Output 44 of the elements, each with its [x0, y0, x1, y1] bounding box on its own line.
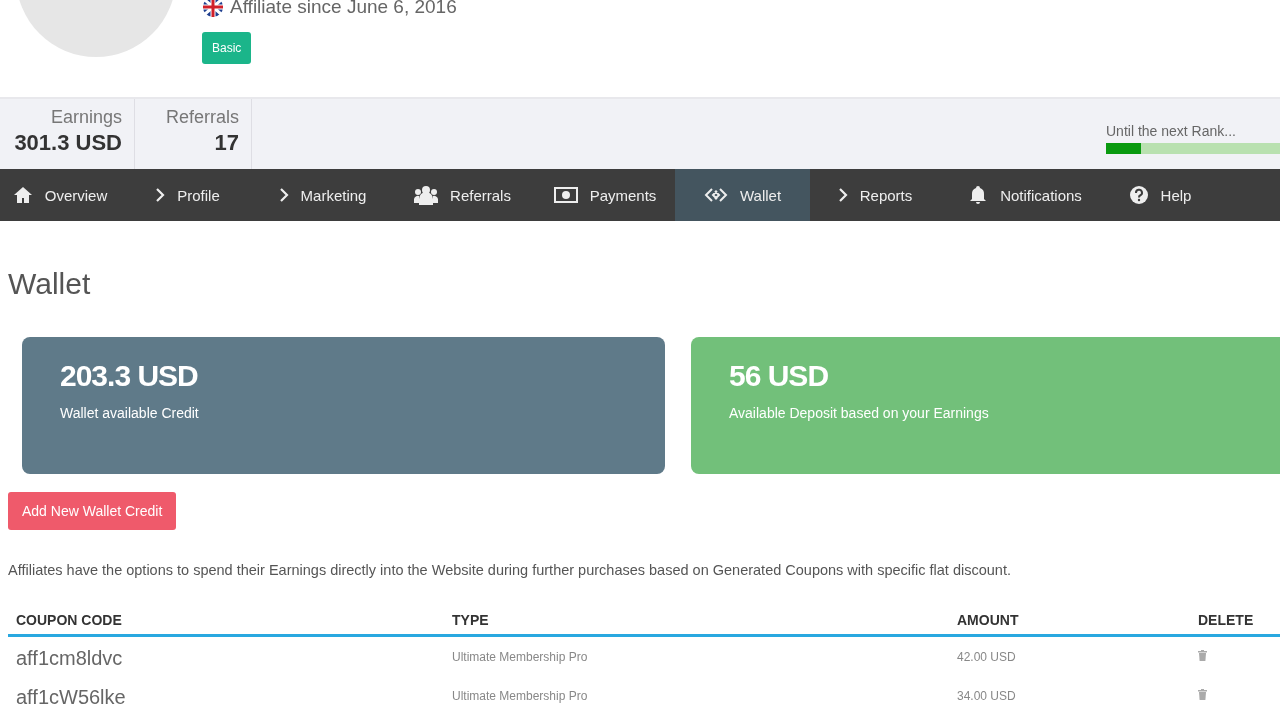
nav-tab[interactable]: Reports — [810, 169, 940, 221]
home-icon — [12, 185, 33, 205]
diamond-icon — [703, 187, 728, 203]
description-text: Affiliates have the options to spend their Earnings directly into the Website during further purchases based on Generated Coupons with specific flat discount. — [8, 562, 1012, 578]
column-header: COUPON CODE — [8, 602, 444, 637]
card-caption: Wallet available Credit — [60, 405, 200, 421]
stat-value: 301.3 USD — [14, 130, 122, 156]
coupon-code: aff1cW56lke — [15, 685, 127, 710]
card-amount: 203.3 USD — [60, 359, 199, 393]
rank-progress-label: Until the next Rank... — [1106, 123, 1237, 139]
bell-icon — [968, 185, 989, 205]
stat-label: Referrals — [165, 107, 239, 128]
nav-tab[interactable]: Help — [1110, 169, 1210, 221]
coupon-type: Ultimate Membership Pro — [451, 649, 589, 666]
stat-value: 17 — [214, 130, 239, 156]
chevron-icon — [155, 187, 166, 203]
nav-tab[interactable]: Referrals — [390, 169, 535, 221]
users-icon — [414, 185, 439, 205]
nav-tab[interactable]: Payments — [535, 169, 675, 221]
help-icon — [1128, 185, 1149, 205]
coupon-code: aff1cm8ldvc — [15, 646, 124, 671]
card-caption: Available Deposit based on your Earnings — [729, 405, 990, 421]
rank-badge: Basic — [202, 32, 252, 64]
coupon-amount: 42.00 USD — [956, 649, 1017, 666]
coupon-type: Ultimate Membership Pro — [451, 688, 589, 705]
money-icon — [553, 187, 578, 203]
chevron-icon — [837, 187, 848, 203]
page-title: Wallet — [8, 267, 92, 301]
nav-tab[interactable]: Profile — [120, 169, 255, 221]
affiliate-since-text: Affiliate since June 6, 2016 — [230, 0, 457, 18]
column-header: DELETE — [1190, 602, 1280, 637]
chevron-icon — [278, 187, 289, 203]
flag-icon — [202, 0, 224, 18]
coupon-amount: 34.00 USD — [956, 688, 1017, 705]
nav-tab[interactable]: Wallet — [675, 169, 810, 221]
nav-tab[interactable]: Overview — [0, 169, 120, 221]
nav-tab[interactable]: Marketing — [255, 169, 390, 221]
column-header: AMOUNT — [949, 602, 1190, 637]
trash-icon[interactable] — [1198, 650, 1207, 661]
stat-label: Earnings — [50, 107, 122, 128]
column-header: TYPE — [444, 602, 949, 637]
nav-tab[interactable]: Notifications — [940, 169, 1110, 221]
trash-icon[interactable] — [1198, 689, 1207, 700]
card-amount: 56 USD — [729, 359, 830, 393]
